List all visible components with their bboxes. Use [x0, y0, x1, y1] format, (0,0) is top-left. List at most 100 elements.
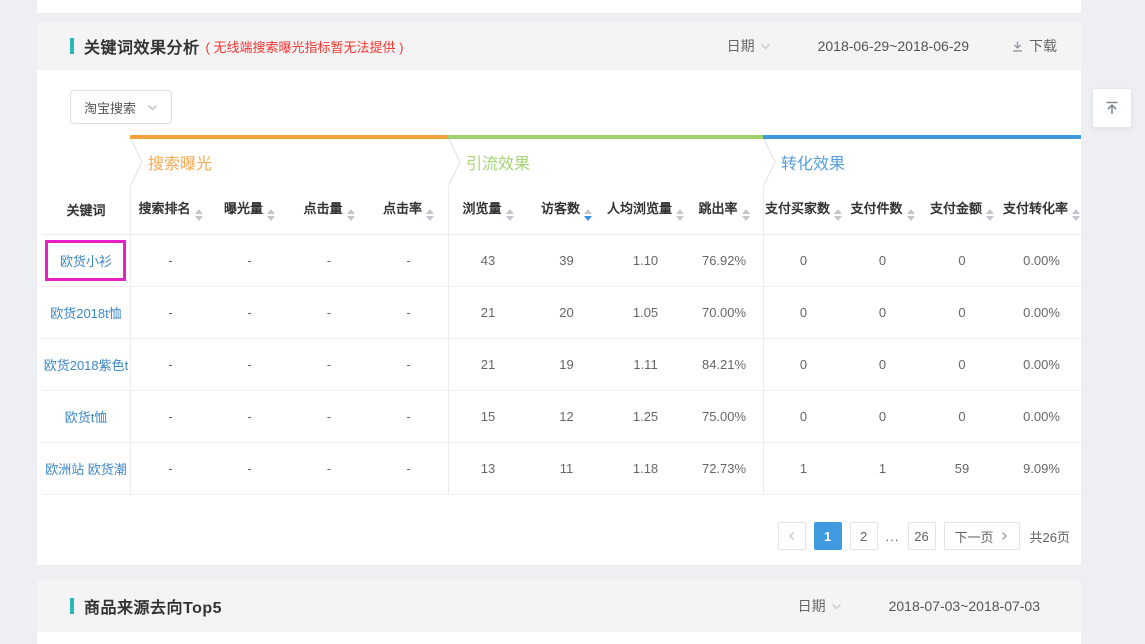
keyword-link[interactable]: 欧洲站 欧货潮 [45, 462, 127, 477]
keyword-cell: 欧洲站 欧货潮 [42, 443, 130, 495]
section1-header: 关键词效果分析 ( 无线端搜索曝光指标暂无法提供 ) 日期 2018-06-29… [37, 22, 1081, 70]
column-header[interactable]: 点击量 [289, 185, 369, 235]
column-header[interactable]: 支付金额 [922, 185, 1002, 235]
data-cell: 13 [448, 443, 527, 495]
pagination-page-button[interactable]: 2 [850, 522, 878, 550]
column-header[interactable]: 人均浏览量 [606, 185, 685, 235]
data-cell: 59 [922, 443, 1002, 495]
data-cell: 12 [527, 391, 606, 443]
data-cell: 0.00% [1002, 235, 1081, 287]
sort-icon[interactable] [834, 209, 842, 221]
data-cell: 19 [527, 339, 606, 391]
download-button[interactable]: 下载 [1011, 36, 1057, 56]
back-to-top-icon [1102, 98, 1122, 118]
column-header[interactable]: 支付转化率 [1002, 185, 1081, 235]
table-row: 欧货t恤----15121.2575.00%0000.00% [42, 391, 1081, 443]
data-cell: 0 [922, 287, 1002, 339]
sort-icon[interactable] [506, 209, 514, 221]
column-header[interactable]: 曝光量 [210, 185, 289, 235]
data-cell: - [130, 443, 210, 495]
data-cell: - [210, 287, 289, 339]
data-cell: 1.25 [606, 391, 685, 443]
group-label: 搜索曝光 [148, 156, 212, 173]
column-header-label: 曝光量 [224, 201, 263, 216]
sort-icon[interactable] [676, 209, 684, 221]
sort-icon[interactable] [426, 209, 434, 221]
data-cell: 43 [448, 235, 527, 287]
sort-icon[interactable] [347, 209, 355, 221]
column-header[interactable]: 浏览量 [448, 185, 527, 235]
sort-icon[interactable] [584, 209, 592, 221]
keyword-link[interactable]: 欧货2018紫色t [44, 358, 129, 373]
section2-body [37, 632, 1081, 644]
keyword-link[interactable]: 欧货t恤 [65, 410, 108, 425]
table-row: 欧货小衫----43391.1076.92%0000.00% [42, 235, 1081, 287]
pagination-next-button[interactable]: 下一页 [944, 522, 1020, 550]
column-header[interactable]: 支付件数 [843, 185, 922, 235]
back-to-top-button[interactable] [1092, 88, 1132, 128]
chevron-left-icon [787, 531, 797, 541]
column-header[interactable]: 搜索排名 [130, 185, 210, 235]
column-header[interactable]: 支付买家数 [763, 185, 843, 235]
data-cell: 76.92% [685, 235, 763, 287]
column-header-label: 支付件数 [851, 201, 903, 216]
channel-select-value: 淘宝搜索 [84, 98, 136, 117]
keyword-cell: 欧货2018t恤 [42, 287, 130, 339]
data-cell: - [289, 339, 369, 391]
chevron-down-icon [760, 43, 771, 50]
keywords-table: 搜索曝光 引流效果 转化效果 关键词 搜索排名曝光量点击量点击率浏览量访客数人均… [42, 135, 1081, 495]
keyword-link[interactable]: 欧货小衫 [60, 254, 112, 269]
keyword-cell-highlighted: 欧货小衫 [42, 235, 130, 287]
pagination-prev-button[interactable] [778, 522, 806, 550]
data-cell: 0 [763, 339, 843, 391]
data-cell: 20 [527, 287, 606, 339]
column-header-label: 访客数 [541, 201, 580, 216]
sort-icon[interactable] [195, 209, 203, 221]
group-separator-chevron-icon [763, 139, 776, 185]
data-cell: 1.10 [606, 235, 685, 287]
column-header-label: 人均浏览量 [607, 201, 672, 216]
data-cell: 39 [527, 235, 606, 287]
date-filter-dropdown[interactable]: 日期 [798, 596, 842, 616]
sort-icon[interactable] [986, 209, 994, 221]
sort-icon[interactable] [1072, 209, 1080, 221]
keyword-cell: 欧货2018紫色t [42, 339, 130, 391]
column-header-label: 跳出率 [699, 201, 738, 216]
group-header-traffic-effect: 引流效果 [448, 135, 763, 185]
data-cell: - [130, 391, 210, 443]
column-header-label: 点击量 [303, 201, 342, 216]
keyword-link[interactable]: 欧货2018t恤 [50, 306, 122, 321]
sort-icon[interactable] [267, 209, 275, 221]
data-cell: 0 [763, 287, 843, 339]
column-header[interactable]: 点击率 [369, 185, 448, 235]
data-cell: 1.11 [606, 339, 685, 391]
data-cell: 0 [922, 339, 1002, 391]
data-cell: 1.18 [606, 443, 685, 495]
pagination-page-button[interactable]: 26 [908, 522, 936, 550]
section2-header: 商品来源去向Top5 日期 2018-07-03~2018-07-03 [37, 580, 1081, 632]
data-cell: - [289, 287, 369, 339]
pagination-total: 共26页 [1030, 527, 1070, 546]
section1-title-note: ( 无线端搜索曝光指标暂无法提供 ) [206, 37, 404, 56]
data-cell: 72.73% [685, 443, 763, 495]
channel-select-dropdown[interactable]: 淘宝搜索 [70, 90, 172, 124]
download-label: 下载 [1029, 36, 1057, 56]
data-cell: 21 [448, 287, 527, 339]
previous-card-bottom [37, 0, 1081, 13]
data-cell: 1.05 [606, 287, 685, 339]
data-cell: - [210, 235, 289, 287]
column-header-label: 点击率 [383, 201, 422, 216]
column-header[interactable]: 跳出率 [685, 185, 763, 235]
chevron-down-icon [831, 603, 842, 610]
sort-icon[interactable] [742, 209, 750, 221]
date-filter-dropdown[interactable]: 日期 [727, 36, 771, 56]
pagination-ellipsis: ... [886, 529, 900, 544]
title-accent-bar [70, 38, 74, 54]
column-header[interactable]: 访客数 [527, 185, 606, 235]
data-cell: 84.21% [685, 339, 763, 391]
group-header-conversion-effect: 转化效果 [763, 135, 1081, 185]
column-header-label: 搜索排名 [138, 201, 190, 216]
sort-icon[interactable] [907, 209, 915, 221]
pagination-page-button[interactable]: 1 [814, 522, 842, 550]
data-cell: 15 [448, 391, 527, 443]
